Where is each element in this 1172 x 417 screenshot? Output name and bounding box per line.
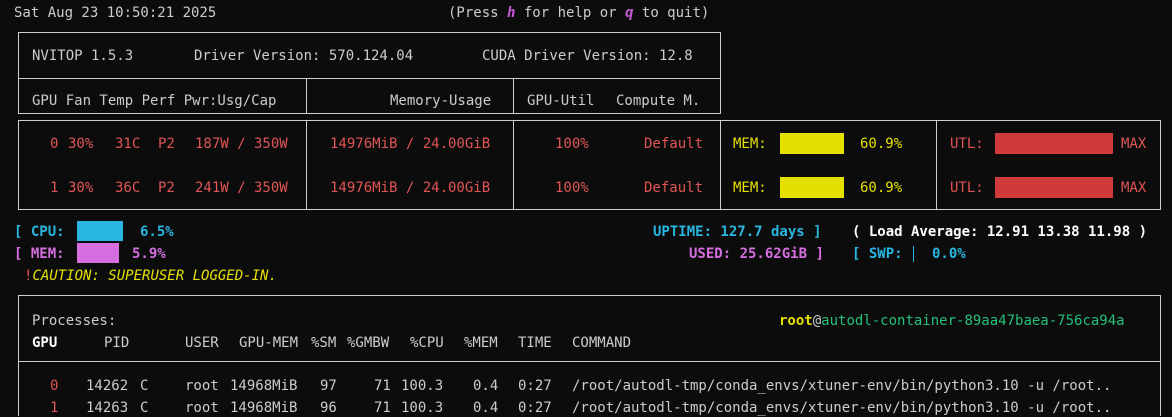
at-sign: @	[812, 313, 822, 329]
col-gpu-fan-temp: GPU Fan Temp Perf Pwr:Usg/Cap	[32, 93, 277, 109]
utl-value: MAX	[1121, 180, 1147, 196]
uptime-text: UPTIME: 127.7 days	[653, 224, 805, 240]
help-mid: for help or	[515, 5, 626, 21]
driver-version: Driver Version: 570.124.04	[194, 48, 414, 64]
gpu-perf: P2	[158, 136, 175, 152]
swap-bar	[913, 246, 914, 262]
col-gpu-mem[interactable]: GPU-MEM	[239, 334, 298, 352]
nvitop-version: NVITOP 1.5.3	[32, 48, 134, 64]
process-mem: 0.4	[473, 400, 499, 416]
cpu-label-text: CPU:	[30, 224, 65, 240]
col-memory-usage: Memory-Usage	[390, 93, 492, 109]
load-average: ( Load Average: 12.91 13.38 11.98 )	[852, 224, 1148, 240]
processes-title: Processes:	[32, 313, 117, 329]
process-user: root	[185, 400, 219, 416]
process-cpu: 100.3	[401, 400, 444, 416]
swap-label: [ SWP:	[852, 246, 903, 262]
col-gpu-util: GPU-Util	[527, 93, 595, 109]
gpu-fan: 30%	[68, 136, 94, 152]
utl-label: UTL:	[950, 136, 984, 152]
process-gpu: 0	[50, 378, 59, 394]
host-mem-percent: 5.9%	[132, 246, 166, 262]
cuda-version: CUDA Driver Version: 12.8	[482, 48, 693, 64]
process-gpu-mem: 14968MiB	[230, 400, 298, 416]
mem-percent: 60.9%	[860, 180, 903, 196]
process-type: C	[140, 400, 149, 416]
col-time[interactable]: TIME	[518, 334, 552, 352]
process-pid: 14262	[86, 378, 129, 394]
process-command: /root/autodl-tmp/conda_envs/xtuner-env/b…	[572, 378, 1112, 394]
gpu-util: 100%	[555, 136, 589, 152]
utl-value: MAX	[1121, 136, 1147, 152]
host-mem-label: [ MEM:	[14, 246, 65, 262]
swap-label-text: SWP:	[868, 246, 903, 262]
cpu-bar	[77, 221, 123, 241]
caution-text: CAUTION: SUPERUSER LOGGED-IN.	[32, 268, 277, 284]
utl-label: UTL:	[950, 180, 984, 196]
col-pid[interactable]: PID	[104, 334, 129, 352]
col-compute-mode: Compute M.	[616, 93, 701, 109]
caution-message: !CAUTION: SUPERUSER LOGGED-IN.	[24, 267, 277, 285]
host-used-text: USED: 25.62GiB	[689, 246, 808, 262]
gpu-compute-mode: Default	[644, 136, 704, 152]
process-gpu-mem: 14968MiB	[230, 378, 298, 394]
gpu-perf: P2	[158, 180, 175, 196]
mem-label: MEM:	[733, 180, 767, 196]
process-cpu: 100.3	[401, 378, 444, 394]
help-suffix: to quit)	[633, 5, 710, 21]
gpu-temp: 36C	[115, 180, 141, 196]
process-mem: 0.4	[473, 378, 499, 394]
swap-percent: 0.0%	[932, 246, 966, 262]
gpu-id: 1	[50, 180, 59, 196]
col-sm[interactable]: %SM	[311, 334, 336, 352]
process-gpu: 1	[50, 400, 59, 416]
col-command[interactable]: COMMAND	[572, 334, 631, 352]
process-gmbw: 71	[374, 378, 391, 394]
timestamp: Sat Aug 23 10:50:21 2025	[14, 5, 217, 21]
utl-bar	[995, 177, 1113, 198]
gpu-id: 0	[50, 136, 59, 152]
host-used: USED: 25.62GiB ]	[689, 246, 824, 262]
host-mem-bar	[77, 243, 119, 263]
cpu-label: [ CPU:	[14, 224, 65, 240]
col-gmbw[interactable]: %GMBW	[347, 334, 389, 352]
col-gpu[interactable]: GPU	[32, 334, 57, 352]
col-user[interactable]: USER	[185, 334, 219, 352]
utl-bar	[995, 133, 1113, 154]
uptime: UPTIME: 127.7 days ]	[653, 224, 822, 240]
process-sm: 97	[320, 378, 337, 394]
gpu-memory: 14976MiB / 24.00GiB	[330, 180, 491, 196]
process-user: root	[185, 378, 219, 394]
gpu-power: 241W / 350W	[195, 180, 288, 196]
process-user: root	[779, 313, 813, 329]
col-mem[interactable]: %MEM	[464, 334, 498, 352]
gpu-temp: 31C	[115, 136, 141, 152]
host-mem-label-text: MEM:	[30, 246, 65, 262]
help-prefix: (Press	[448, 5, 508, 21]
col-cpu[interactable]: %CPU	[410, 334, 444, 352]
process-pid: 14263	[86, 400, 129, 416]
mem-bar	[780, 133, 844, 154]
hostname: autodl-container-89aa47baea-756ca94a	[821, 313, 1125, 329]
mem-label: MEM:	[733, 136, 767, 152]
mem-percent: 60.9%	[860, 136, 903, 152]
process-type: C	[140, 378, 149, 394]
help-hint: (Press h for help or q to quit)	[448, 4, 709, 22]
gpu-memory: 14976MiB / 24.00GiB	[330, 136, 491, 152]
process-time: 0:27	[518, 400, 552, 416]
process-command: /root/autodl-tmp/conda_envs/xtuner-env/b…	[572, 400, 1112, 416]
mem-bar	[780, 177, 844, 198]
gpu-compute-mode: Default	[644, 180, 704, 196]
gpu-power: 187W / 350W	[195, 136, 288, 152]
process-sm: 96	[320, 400, 337, 416]
process-gmbw: 71	[374, 400, 391, 416]
process-time: 0:27	[518, 378, 552, 394]
gpu-fan: 30%	[68, 180, 94, 196]
user-host: root@autodl-container-89aa47baea-756ca94…	[779, 312, 1125, 330]
cpu-percent: 6.5%	[140, 224, 174, 240]
gpu-util: 100%	[555, 180, 589, 196]
